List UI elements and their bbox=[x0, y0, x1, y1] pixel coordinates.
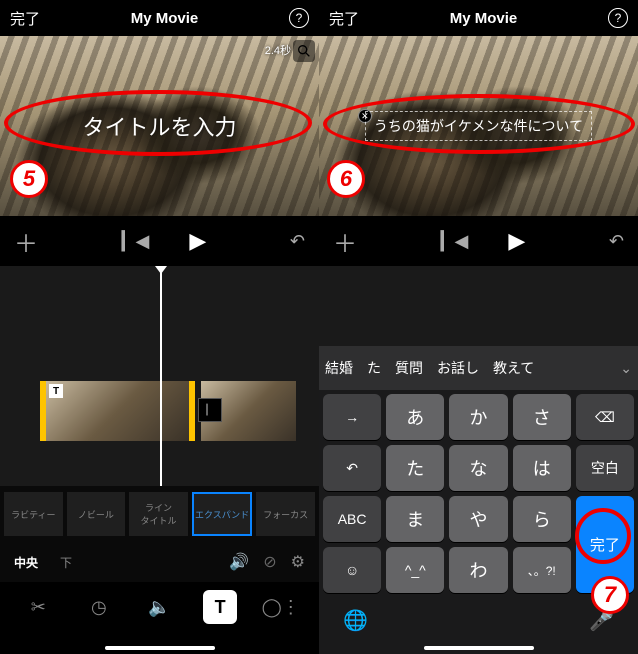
settings-icon[interactable]: ⚙ bbox=[291, 552, 305, 572]
prev-button[interactable]: ▎◀ bbox=[441, 231, 469, 252]
key-na[interactable]: な bbox=[449, 445, 507, 491]
clip-duration: 2.4秒 bbox=[265, 42, 291, 58]
zoom-icon[interactable] bbox=[293, 40, 315, 62]
key-ta[interactable]: た bbox=[386, 445, 444, 491]
globe-icon[interactable]: 🌐 bbox=[343, 608, 368, 633]
title-tool[interactable]: T bbox=[203, 590, 237, 624]
key-punct[interactable]: 、。?! bbox=[513, 547, 571, 593]
clip-selected[interactable] bbox=[40, 381, 195, 441]
key-abc[interactable]: ABC bbox=[323, 496, 381, 542]
key-ma[interactable]: ま bbox=[386, 496, 444, 542]
suggestion[interactable]: 質問 bbox=[395, 358, 423, 378]
volume-icon[interactable]: 🔊 bbox=[229, 552, 249, 572]
project-title: My Movie bbox=[450, 10, 518, 27]
suggestion-bar: 結婚 た 質問 お話し 教えて ⌄ bbox=[319, 346, 638, 390]
audio-tool[interactable]: 🔈 bbox=[142, 590, 176, 624]
title-options: 中央 下 🔊 ⊘ ⚙ bbox=[0, 542, 319, 582]
key-arrow[interactable]: → bbox=[323, 394, 381, 440]
transport-bar: ＋ ▎◀ ▶ ↶ bbox=[319, 216, 638, 266]
keyboard: → あ か さ ⌫ ↶ た な は 空白 ABC ま や ら 完了 ☺ ^_^ … bbox=[319, 390, 638, 654]
add-button[interactable]: ＋ bbox=[333, 224, 357, 259]
key-ya[interactable]: や bbox=[449, 496, 507, 542]
suggestion[interactable]: た bbox=[367, 358, 381, 378]
step-badge-6: 6 bbox=[327, 160, 365, 198]
key-kaomoji[interactable]: ^_^ bbox=[386, 547, 444, 593]
top-bar: 完了 My Movie ? bbox=[0, 0, 319, 36]
key-wa[interactable]: わ bbox=[449, 547, 507, 593]
home-indicator[interactable] bbox=[424, 646, 534, 650]
style-reveal[interactable]: ノビール bbox=[67, 492, 126, 536]
title-placeholder[interactable]: タイトルを入力 bbox=[82, 110, 236, 142]
speed-tool[interactable]: ◷ bbox=[82, 590, 116, 624]
done-button[interactable]: 完了 bbox=[10, 8, 40, 29]
key-a[interactable]: あ bbox=[386, 394, 444, 440]
suggestion[interactable]: お話し bbox=[437, 358, 479, 378]
key-emoji[interactable]: ☺ bbox=[323, 547, 381, 593]
key-backspace[interactable]: ⌫ bbox=[576, 394, 634, 440]
play-button[interactable]: ▶ bbox=[508, 228, 525, 254]
undo-button[interactable]: ↶ bbox=[609, 231, 624, 252]
transport-bar: ＋ ▎◀ ▶ ↶ bbox=[0, 216, 319, 266]
mute-icon[interactable]: ⊘ bbox=[263, 552, 276, 572]
project-title: My Movie bbox=[131, 10, 199, 27]
key-ka[interactable]: か bbox=[449, 394, 507, 440]
undo-button[interactable]: ↶ bbox=[290, 231, 305, 252]
help-button[interactable]: ? bbox=[608, 8, 628, 28]
step-badge-7: 7 bbox=[591, 576, 629, 614]
playhead[interactable] bbox=[160, 266, 162, 486]
step-badge-5: 5 bbox=[10, 160, 48, 198]
transition-icon[interactable]: ▎ bbox=[198, 398, 222, 422]
video-preview[interactable]: ✕ うちの猫がイケメンな件について bbox=[319, 36, 638, 216]
video-preview[interactable]: 2.4秒 タイトルを入力 bbox=[0, 36, 319, 216]
top-bar: 完了 My Movie ? bbox=[319, 0, 638, 36]
filter-tool[interactable]: ◯⋮ bbox=[264, 590, 298, 624]
add-button[interactable]: ＋ bbox=[14, 224, 38, 259]
suggestion[interactable]: 教えて bbox=[493, 358, 534, 378]
cut-tool[interactable]: ✂ bbox=[21, 590, 55, 624]
home-indicator[interactable] bbox=[105, 646, 215, 650]
style-focus[interactable]: フォーカス bbox=[256, 492, 315, 536]
timeline-collapsed[interactable] bbox=[319, 266, 638, 346]
key-reverse[interactable]: ↶ bbox=[323, 445, 381, 491]
chevron-down-icon[interactable]: ⌄ bbox=[620, 360, 632, 377]
tool-tabs: ✂ ◷ 🔈 T ◯⋮ bbox=[0, 582, 319, 632]
key-sa[interactable]: さ bbox=[513, 394, 571, 440]
done-button[interactable]: 完了 bbox=[329, 8, 359, 29]
screen-right: 完了 My Movie ? ✕ うちの猫がイケメンな件について ＋ ▎◀ ▶ ↶… bbox=[319, 0, 638, 654]
style-expand[interactable]: エクスパンド bbox=[192, 492, 253, 536]
key-ha[interactable]: は bbox=[513, 445, 571, 491]
style-line[interactable]: ライン タイトル bbox=[129, 492, 188, 536]
title-input[interactable]: うちの猫がイケメンな件について bbox=[365, 111, 592, 141]
play-button[interactable]: ▶ bbox=[189, 228, 206, 254]
title-styles: ラビティー ノビール ライン タイトル エクスパンド フォーカス bbox=[0, 486, 319, 542]
help-button[interactable]: ? bbox=[289, 8, 309, 28]
align-center[interactable]: 中央 bbox=[14, 554, 38, 571]
key-ra[interactable]: ら bbox=[513, 496, 571, 542]
timeline[interactable]: ▎ bbox=[0, 266, 319, 486]
align-bottom[interactable]: 下 bbox=[60, 554, 72, 571]
suggestion[interactable]: 結婚 bbox=[325, 358, 353, 378]
style-gravity[interactable]: ラビティー bbox=[4, 492, 63, 536]
screen-left: 完了 My Movie ? 2.4秒 タイトルを入力 ＋ ▎◀ ▶ ↶ ▎ ラビ… bbox=[0, 0, 319, 654]
prev-button[interactable]: ▎◀ bbox=[122, 231, 150, 252]
key-space[interactable]: 空白 bbox=[576, 445, 634, 491]
